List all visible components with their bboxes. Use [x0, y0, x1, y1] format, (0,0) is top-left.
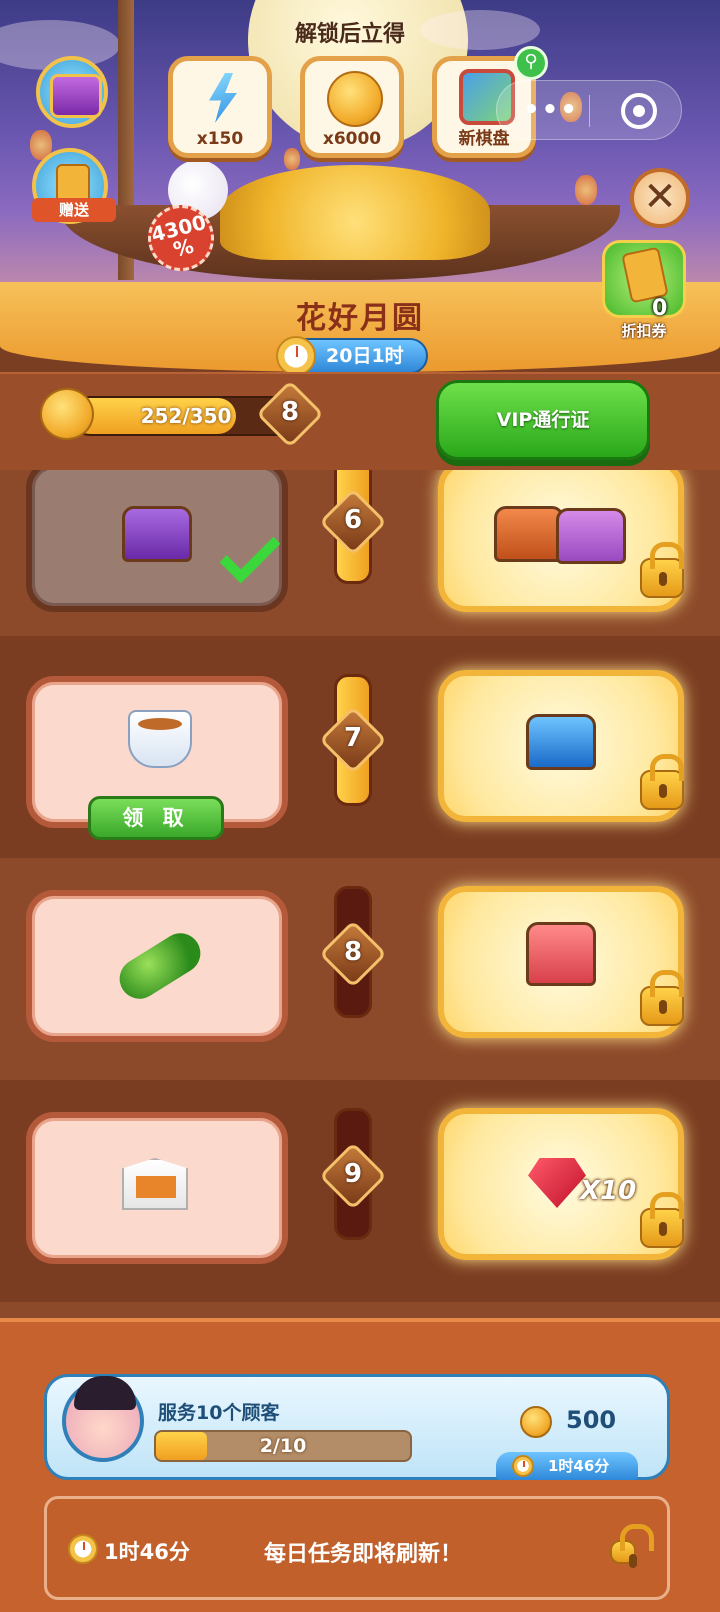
mooncake-coin-icon [327, 71, 383, 127]
reward-row: 8 [0, 858, 720, 1080]
magnifier-icon[interactable]: ⚲ [514, 46, 548, 80]
close-button[interactable]: ✕ [630, 168, 690, 228]
alarm-clock-icon [68, 1534, 98, 1564]
level-number: 7 [343, 723, 363, 753]
daily-refresh-time: 1时46分 [104, 1540, 190, 1564]
event-timer: 20日1时 [276, 336, 428, 376]
avatar [62, 1376, 144, 1462]
percent-badge-text: 4300 % [148, 209, 209, 262]
free-reward-card[interactable] [26, 470, 288, 612]
task-reward-amount: 500 [566, 1406, 617, 1434]
chest-badge-button[interactable] [36, 56, 108, 128]
lock-icon [640, 1192, 684, 1248]
task-timer: 1时46分 [496, 1452, 638, 1480]
red-mystery-chest-icon [526, 922, 596, 986]
reward-row: 领 取 7 [0, 636, 720, 858]
coin-pile-decoration [220, 165, 490, 260]
energy-bolt-icon [209, 73, 237, 123]
current-level-number: 8 [280, 397, 300, 427]
blue-chest-icon [526, 714, 596, 770]
alarm-clock-icon [276, 336, 316, 376]
lantern-decoration [575, 175, 597, 205]
more-options-icon[interactable]: ••• [523, 95, 579, 125]
vip-reward-count: X10 [580, 1176, 637, 1206]
level-number: 6 [343, 505, 363, 535]
checkmark-icon [219, 522, 281, 584]
capsule-divider [589, 95, 590, 127]
reward-row: 9 X10 [0, 1080, 720, 1302]
level-number: 8 [343, 937, 363, 967]
level-number: 9 [343, 1159, 363, 1189]
treasure-chests-icon [494, 506, 564, 562]
lock-icon [640, 542, 684, 598]
gift-badge-button[interactable]: 赠送 [32, 148, 116, 224]
exit-miniprogram-icon[interactable] [621, 93, 657, 129]
takeout-box-icon [122, 1158, 188, 1210]
free-reward-card[interactable] [26, 1112, 288, 1264]
daily-refresh-message: 每日任务即将刷新！ [264, 1542, 463, 1567]
reward-card-coins[interactable]: x6000 [300, 56, 404, 158]
purple-chest-icon [556, 508, 626, 564]
vip-reward-card[interactable]: X10 [438, 1108, 684, 1260]
cucumber-icon [112, 925, 208, 1007]
tea-cup-icon [128, 710, 192, 768]
event-timer-text: 20日1时 [326, 345, 404, 367]
free-reward-card[interactable] [26, 890, 288, 1042]
reward-label: x150 [196, 129, 244, 149]
vip-pass-button[interactable]: VIP通行证 [436, 380, 650, 460]
alarm-clock-icon [512, 1455, 534, 1477]
coupon-label: 折扣券 [621, 322, 667, 340]
ruby-gem-icon [528, 1158, 586, 1208]
claim-button[interactable]: 领 取 [88, 796, 224, 840]
miniprogram-capsule: ••• [496, 80, 682, 140]
purple-chest-icon [122, 506, 192, 562]
discount-coupon-button[interactable]: 0 折扣券 [596, 240, 692, 344]
lock-icon [610, 1524, 654, 1568]
lock-icon [640, 970, 684, 1026]
task-progress-bar: 2/10 [154, 1430, 412, 1462]
vip-reward-card[interactable] [438, 886, 684, 1038]
lock-icon [640, 754, 684, 810]
mooncake-coin-icon [40, 388, 94, 440]
mooncake-coin-icon [520, 1406, 552, 1438]
vip-reward-card[interactable] [438, 470, 684, 612]
task-progress-text: 2/10 [259, 1435, 307, 1457]
reward-card-energy[interactable]: x150 [168, 56, 272, 158]
gift-label: 赠送 [32, 198, 116, 222]
reward-row: 6 [0, 470, 720, 636]
reward-track-list[interactable]: 6 领 取 7 8 9 X10 [0, 470, 720, 1358]
vip-reward-card[interactable] [438, 670, 684, 822]
lantern-decoration [284, 148, 300, 170]
unlock-label: 解锁后立得 [294, 22, 405, 47]
coupon-count: 0 [652, 296, 668, 321]
task-title: 服务10个顾客 [158, 1402, 280, 1424]
task-timer-text: 1时46分 [548, 1457, 610, 1475]
reward-label: x6000 [322, 129, 382, 149]
